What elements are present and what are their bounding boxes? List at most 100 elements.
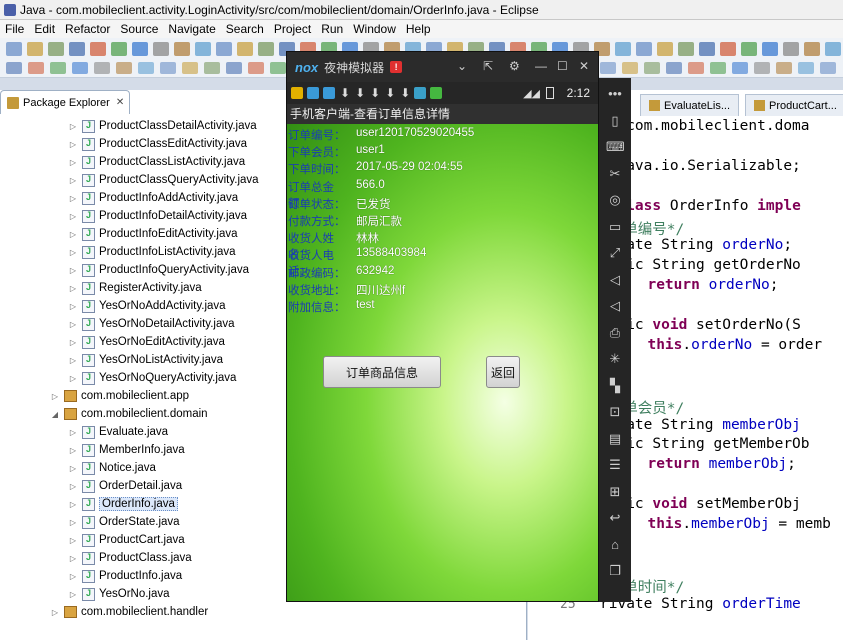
scissors-icon[interactable]: ✂ xyxy=(606,166,624,182)
toolbar-button-icon[interactable] xyxy=(182,62,198,74)
package-item[interactable]: ▷ com.mobileclient.handler xyxy=(50,603,208,621)
expand-toggle-icon[interactable]: ▷ xyxy=(68,212,78,221)
expand-toggle-icon[interactable]: ▷ xyxy=(50,608,60,617)
toolbar-button-icon[interactable] xyxy=(226,62,242,74)
file-item[interactable]: ▷ Notice.java xyxy=(68,459,156,477)
toolbar-button-icon[interactable] xyxy=(237,42,253,56)
home-icon[interactable]: ⌂ xyxy=(606,537,624,553)
file-item[interactable]: ▷ ProductInfoDetailActivity.java xyxy=(68,207,247,225)
expand-toggle-icon[interactable]: ▷ xyxy=(68,536,78,545)
expand-toggle-icon[interactable]: ◢ xyxy=(50,410,60,419)
menu-item-search[interactable]: Search xyxy=(223,22,271,36)
pin-icon[interactable]: ⇱ xyxy=(483,59,493,73)
editor-tab[interactable]: ProductCart... xyxy=(745,94,843,116)
package-item[interactable]: ◢ com.mobileclient.domain xyxy=(50,405,208,423)
back-button[interactable]: 返回 xyxy=(486,356,520,388)
expand-toggle-icon[interactable]: ▷ xyxy=(50,392,60,401)
expand-toggle-icon[interactable]: ▷ xyxy=(68,554,78,563)
order-items-button[interactable]: 订单商品信息 xyxy=(323,356,441,388)
toolbar-button-icon[interactable] xyxy=(776,62,792,74)
expand-toggle-icon[interactable]: ▷ xyxy=(68,302,78,311)
expand-toggle-icon[interactable]: ▷ xyxy=(68,590,78,599)
file-item[interactable]: ▷ ProductClassDetailActivity.java xyxy=(68,117,257,135)
screen-icon[interactable]: ▭ xyxy=(606,219,624,235)
expand-toggle-icon[interactable]: ▷ xyxy=(68,374,78,383)
toolbar-button-icon[interactable] xyxy=(798,62,814,74)
expand-toggle-icon[interactable]: ▷ xyxy=(68,176,78,185)
toolbar-button-icon[interactable] xyxy=(732,62,748,74)
close-icon[interactable]: ✕ xyxy=(579,59,589,73)
menu-item-navigate[interactable]: Navigate xyxy=(165,22,222,36)
toolbar-button-icon[interactable] xyxy=(636,42,652,56)
file-item[interactable]: ▷ ProductInfoQueryActivity.java xyxy=(68,261,249,279)
file-item[interactable]: ▷ YesOrNoDetailActivity.java xyxy=(68,315,235,333)
file-item[interactable]: ▷ ProductCart.java xyxy=(68,531,185,549)
expand-toggle-icon[interactable]: ▷ xyxy=(68,428,78,437)
back-icon[interactable]: ↩ xyxy=(606,510,624,526)
toolbar-button-icon[interactable] xyxy=(600,62,616,74)
package-item[interactable]: ▷ com.mobileclient.app xyxy=(50,387,189,405)
file-item[interactable]: ▷ ProductClassEditActivity.java xyxy=(68,135,247,153)
file-item[interactable]: ▷ OrderInfo.java xyxy=(68,495,178,513)
toolbar-button-icon[interactable] xyxy=(160,62,176,74)
toolbar-button-icon[interactable] xyxy=(258,42,274,56)
file-item[interactable]: ▷ YesOrNoEditActivity.java xyxy=(68,333,225,351)
toolbar-button-icon[interactable] xyxy=(710,62,726,74)
expand-toggle-icon[interactable]: ▷ xyxy=(68,500,78,509)
toolbar-button-icon[interactable] xyxy=(688,62,704,74)
menu-item-run[interactable]: Run xyxy=(318,22,350,36)
toolbar-button-icon[interactable] xyxy=(72,62,88,74)
expand-toggle-icon[interactable]: ▷ xyxy=(68,140,78,149)
toolbar-button-icon[interactable] xyxy=(699,42,715,56)
keyboard-icon[interactable]: ⌨ xyxy=(606,139,625,155)
file-item[interactable]: ▷ YesOrNoQueryActivity.java xyxy=(68,369,236,387)
toolbar-button-icon[interactable] xyxy=(6,62,22,74)
file-item[interactable]: ▷ ProductClassListActivity.java xyxy=(68,153,245,171)
expand-toggle-icon[interactable]: ▷ xyxy=(68,572,78,581)
toolbar-button-icon[interactable] xyxy=(153,42,169,56)
toolbar-button-icon[interactable] xyxy=(28,62,44,74)
expand-icon[interactable]: ⤢ xyxy=(606,245,624,261)
toolbar-button-icon[interactable] xyxy=(216,42,232,56)
toolbar-button-icon[interactable] xyxy=(116,62,132,74)
toolbar-button-icon[interactable] xyxy=(820,62,836,74)
toolbar-button-icon[interactable] xyxy=(666,62,682,74)
menu-item-edit[interactable]: Edit xyxy=(31,22,62,36)
apk-icon[interactable]: ⎙ xyxy=(606,325,624,341)
expand-toggle-icon[interactable]: ▷ xyxy=(68,482,78,491)
toolbar-button-icon[interactable] xyxy=(248,62,264,74)
menu-item-project[interactable]: Project xyxy=(271,22,318,36)
expand-toggle-icon[interactable]: ▷ xyxy=(68,158,78,167)
editor-tab[interactable]: EvaluateLis... xyxy=(640,94,740,116)
camera-icon[interactable]: ⊡ xyxy=(606,404,624,420)
maximize-icon[interactable]: ☐ xyxy=(557,59,568,73)
shake-icon[interactable]: ▯ xyxy=(606,113,624,129)
file-item[interactable]: ▷ YesOrNoListActivity.java xyxy=(68,351,223,369)
gear-icon[interactable]: ⚙ xyxy=(509,59,520,73)
expand-toggle-icon[interactable]: ▷ xyxy=(68,284,78,293)
location-icon[interactable]: ◎ xyxy=(606,192,624,208)
expand-toggle-icon[interactable]: ▷ xyxy=(68,518,78,527)
toolbar-button-icon[interactable] xyxy=(204,62,220,74)
recent-apps-icon[interactable]: ❐ xyxy=(606,563,624,579)
toolbar-button-icon[interactable] xyxy=(741,42,757,56)
toolbar-button-icon[interactable] xyxy=(644,62,660,74)
file-item[interactable]: ▷ ProductClass.java xyxy=(68,549,192,567)
toolbar-button-icon[interactable] xyxy=(6,42,22,56)
toolbar-button-icon[interactable] xyxy=(615,42,631,56)
file-item[interactable]: ▷ ProductInfoListActivity.java xyxy=(68,243,236,261)
toolbar-button-icon[interactable] xyxy=(754,62,770,74)
toolbar-button-icon[interactable] xyxy=(50,62,66,74)
toolbar-button-icon[interactable] xyxy=(720,42,736,56)
menu-item-window[interactable]: Window xyxy=(350,22,403,36)
expand-toggle-icon[interactable]: ▷ xyxy=(68,356,78,365)
expand-toggle-icon[interactable]: ▷ xyxy=(68,338,78,347)
minimize-icon[interactable]: — xyxy=(535,59,547,73)
volume-up-icon[interactable]: ◁ xyxy=(606,272,624,288)
expand-toggle-icon[interactable]: ▷ xyxy=(68,248,78,257)
expand-toggle-icon[interactable]: ▷ xyxy=(68,320,78,329)
package-explorer-tab[interactable]: Package Explorer ✕ xyxy=(0,90,130,114)
file-item[interactable]: ▷ MemberInfo.java xyxy=(68,441,185,459)
menu-item-source[interactable]: Source xyxy=(117,22,165,36)
loading-icon[interactable]: ✳ xyxy=(606,351,624,367)
